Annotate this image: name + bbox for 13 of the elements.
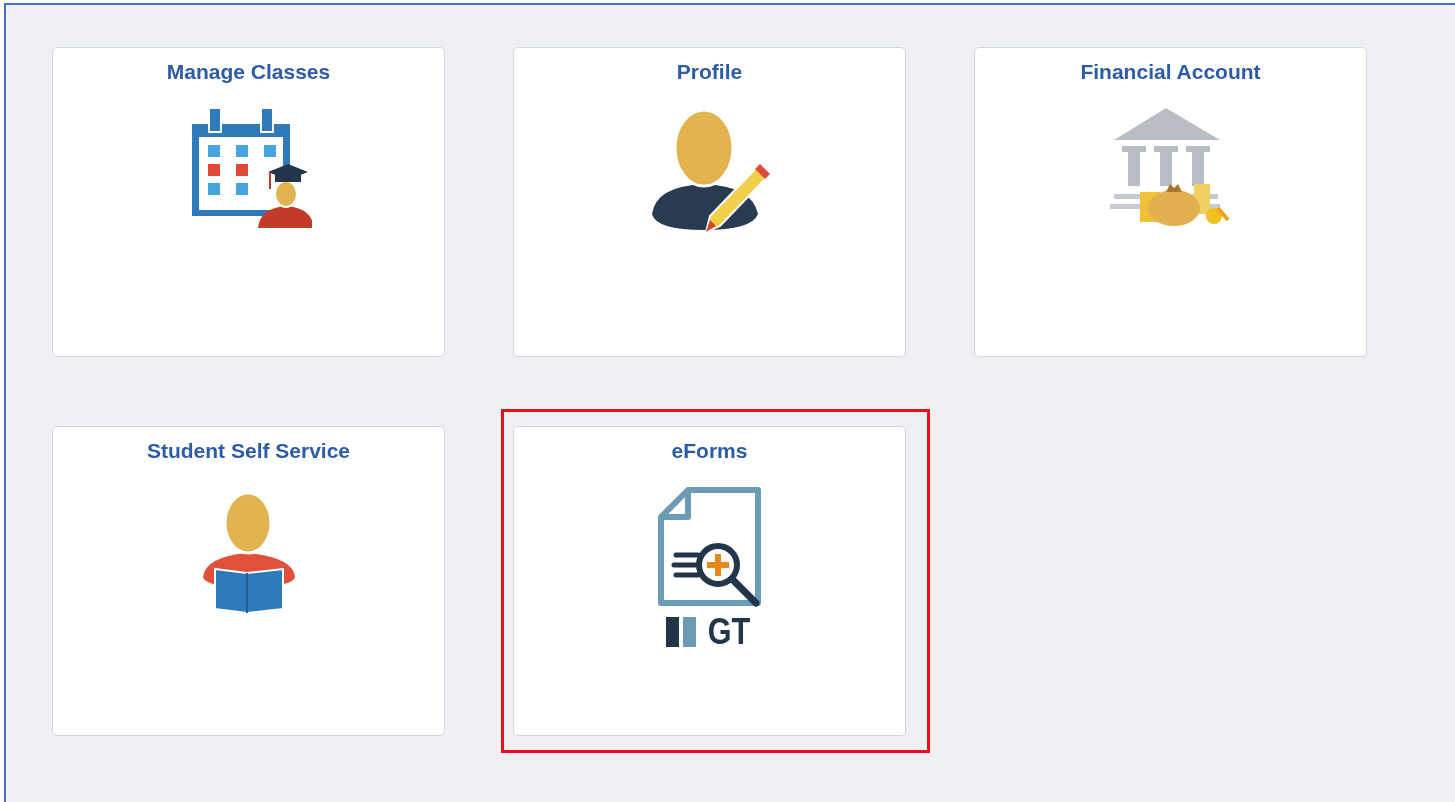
tile[interactable]: eForms GT [513,426,906,736]
tile-title: Financial Account [1080,60,1261,84]
logo-text: GT [707,617,750,647]
tile-title: eForms [671,439,748,463]
tile[interactable]: Student Self Service [52,426,445,736]
document-search-icon [657,487,762,609]
tile[interactable]: Manage Classes [52,47,445,357]
tile-title: Manage Classes [166,60,331,84]
tile[interactable]: Financial Account [974,47,1367,357]
tile[interactable]: Profile [513,47,906,357]
tile-title: Profile [676,60,743,84]
bank-money-icon [1109,108,1232,228]
tile-title: Student Self Service [146,439,351,463]
